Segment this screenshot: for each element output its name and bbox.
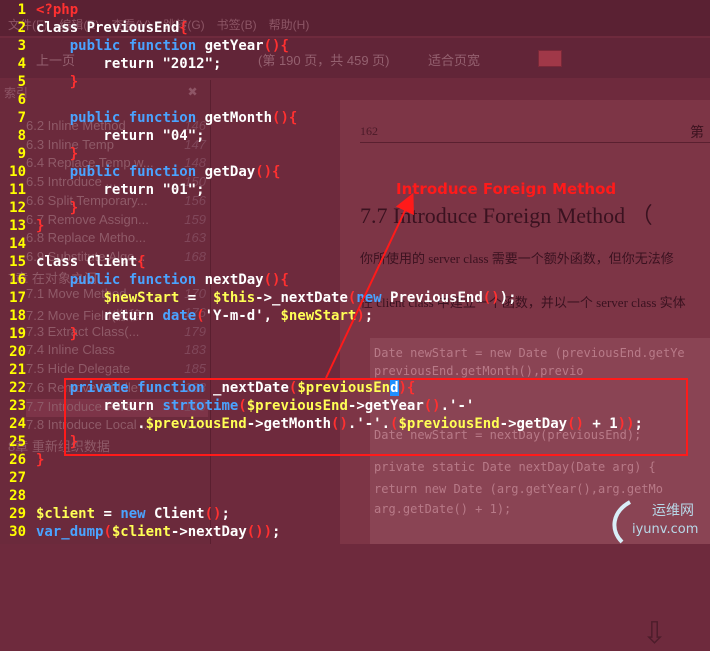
down-arrow-icon: ⇩ (642, 616, 668, 651)
annotation-label: Introduce Foreign Method (396, 180, 617, 198)
annotation-arrow (325, 192, 414, 379)
